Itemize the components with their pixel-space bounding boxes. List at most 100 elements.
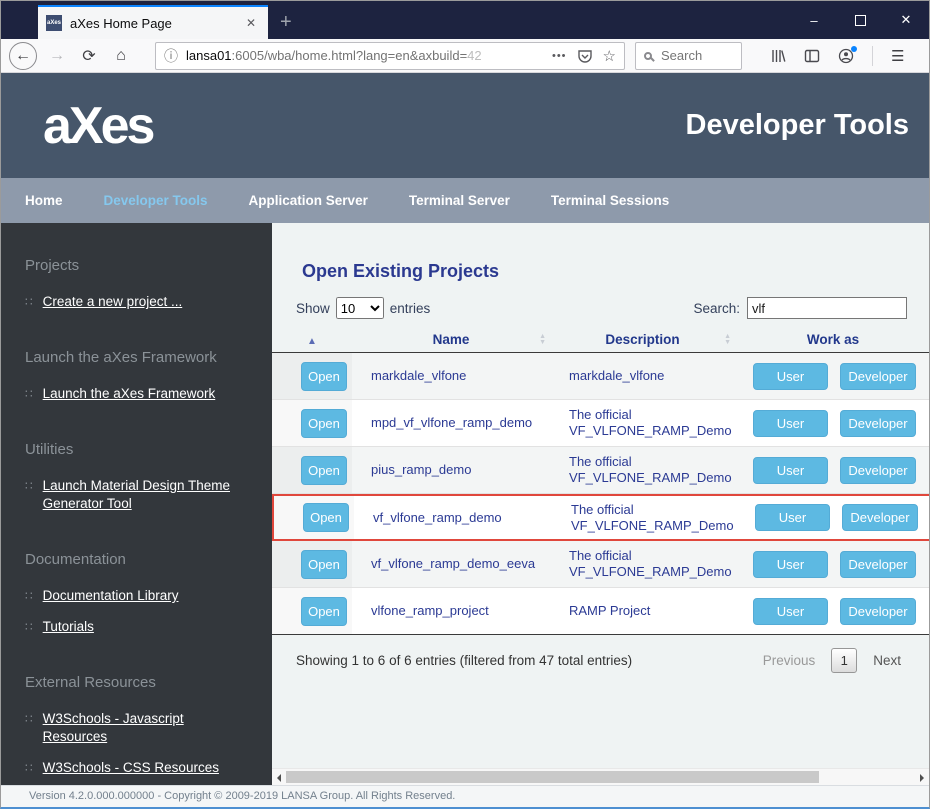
sidebar-link-w3schools-css[interactable]: W3Schools - CSS Resources <box>43 759 219 777</box>
user-button[interactable]: User <box>755 504 830 531</box>
content-title: Open Existing Projects <box>302 261 929 282</box>
reload-button[interactable]: ⟳ <box>73 46 105 66</box>
nav-item-application-server[interactable]: Application Server <box>249 193 368 208</box>
page-number-button[interactable]: 1 <box>831 648 857 673</box>
sidebar-link-material-theme-tool[interactable]: Launch Material Design Theme Generator T… <box>43 477 243 513</box>
next-page-button[interactable]: Next <box>873 653 901 668</box>
forward-button[interactable]: → <box>41 47 73 65</box>
account-button[interactable] <box>838 48 854 64</box>
open-button[interactable]: Open <box>301 409 347 438</box>
sidebar-link-w3schools-js[interactable]: W3Schools - Javascript Resources <box>43 710 243 746</box>
browser-window: aXes aXes Home Page ✕ + – ✕ ← → ⟳ ⌂ ⓘ la… <box>0 0 930 809</box>
table-search-input[interactable] <box>747 297 907 319</box>
browser-search-input[interactable] <box>661 48 731 63</box>
open-button[interactable]: Open <box>301 362 347 391</box>
bullet-grid-icon: ∷ <box>25 293 33 311</box>
developer-button[interactable]: Developer <box>840 457 916 484</box>
site-navbar: Home Developer Tools Application Server … <box>1 178 929 223</box>
url-bar[interactable]: ⓘ lansa01:6005/wba/home.html?lang=en&axb… <box>155 42 625 70</box>
back-button[interactable]: ← <box>9 42 37 70</box>
home-button[interactable]: ⌂ <box>105 47 137 65</box>
open-button[interactable]: Open <box>303 503 349 532</box>
column-header-description[interactable]: Description▲▼ <box>550 332 735 347</box>
project-name: markdale_vlfone <box>352 368 550 384</box>
sort-both-icon: ▲▼ <box>724 334 731 346</box>
sidebar-section-framework: Launch the aXes Framework ∷Launch the aX… <box>25 349 248 403</box>
sidebar-section-documentation: Documentation ∷Documentation Library ∷Tu… <box>25 551 248 636</box>
table-row: Open markdale_vlfone markdale_vlfone Use… <box>272 353 929 400</box>
developer-button[interactable]: Developer <box>840 598 916 625</box>
project-name: vf_vlfone_ramp_demo_eeva <box>352 556 550 572</box>
sidebar-link-tutorials[interactable]: Tutorials <box>43 618 94 636</box>
menu-button[interactable]: ☰ <box>891 47 904 65</box>
browser-tab[interactable]: aXes aXes Home Page ✕ <box>38 5 268 39</box>
user-button[interactable]: User <box>753 410 828 437</box>
column-header-work-as[interactable]: Work as ▲▼ <box>735 332 929 347</box>
sidebar-heading: Utilities <box>25 441 248 458</box>
column-label: Name <box>433 332 470 347</box>
pocket-icon[interactable] <box>577 48 593 64</box>
nav-item-terminal-sessions[interactable]: Terminal Sessions <box>551 193 669 208</box>
bullet-grid-icon: ∷ <box>25 587 33 605</box>
site-info-icon[interactable]: ⓘ <box>164 46 178 66</box>
close-button[interactable]: ✕ <box>883 1 929 39</box>
user-button[interactable]: User <box>753 457 828 484</box>
scroll-left-icon[interactable] <box>277 774 281 782</box>
previous-page-button[interactable]: Previous <box>763 653 816 668</box>
bullet-grid-icon: ∷ <box>25 710 33 728</box>
sidebars-icon[interactable] <box>804 48 820 64</box>
sidebar-link-launch-framework[interactable]: Launch the aXes Framework <box>43 385 216 403</box>
scroll-right-icon[interactable] <box>920 774 924 782</box>
column-label: Work as <box>807 332 859 347</box>
developer-button[interactable]: Developer <box>842 504 918 531</box>
project-name: vlfone_ramp_project <box>352 603 550 619</box>
project-name: vf_vlfone_ramp_demo <box>354 510 552 526</box>
sidebar-link-documentation-library[interactable]: Documentation Library <box>43 587 179 605</box>
open-button[interactable]: Open <box>301 550 347 579</box>
sort-both-icon: ▲▼ <box>928 334 929 346</box>
developer-button[interactable]: Developer <box>840 410 916 437</box>
url-domain: lansa01 <box>186 48 232 63</box>
page-actions-icon[interactable]: ••• <box>552 50 567 62</box>
site-header: aXes Developer Tools <box>1 73 929 178</box>
user-button[interactable]: User <box>753 363 828 390</box>
back-icon: ← <box>10 47 36 65</box>
toolbar-divider <box>872 46 873 66</box>
sidebar-link-create-project[interactable]: Create a new project ... <box>43 293 183 311</box>
nav-item-developer-tools[interactable]: Developer Tools <box>104 193 208 208</box>
scrollbar-thumb[interactable] <box>286 771 819 783</box>
maximize-button[interactable] <box>837 1 883 39</box>
tab-close-icon[interactable]: ✕ <box>242 14 260 32</box>
user-button[interactable]: User <box>753 551 828 578</box>
page-size-select[interactable]: 10 <box>336 297 384 319</box>
version-footer: Version 4.2.0.000.000000 - Copyright © 2… <box>1 785 929 807</box>
project-name: mpd_vf_vlfone_ramp_demo <box>352 415 550 431</box>
developer-button[interactable]: Developer <box>840 363 916 390</box>
developer-button[interactable]: Developer <box>840 551 916 578</box>
search-box[interactable] <box>635 42 742 70</box>
user-button[interactable]: User <box>753 598 828 625</box>
sidebar-section-utilities: Utilities ∷Launch Material Design Theme … <box>25 441 248 513</box>
window-controls: – ✕ <box>791 1 929 39</box>
open-button[interactable]: Open <box>301 456 347 485</box>
minimize-button[interactable]: – <box>791 1 837 39</box>
page-title: Developer Tools <box>686 109 909 142</box>
library-icon[interactable] <box>770 48 786 64</box>
project-description: RAMP Project <box>550 603 735 619</box>
project-description: The official VF_VLFONE_RAMP_Demo <box>550 454 735 486</box>
nav-item-terminal-server[interactable]: Terminal Server <box>409 193 510 208</box>
sort-both-icon: ▲▼ <box>539 334 546 346</box>
sidebar-section-external-resources: External Resources ∷W3Schools - Javascri… <box>25 674 248 777</box>
open-button[interactable]: Open <box>301 597 347 626</box>
horizontal-scrollbar[interactable] <box>272 768 929 785</box>
new-tab-button[interactable]: + <box>268 5 304 39</box>
column-header-name[interactable]: Name ▲▼ <box>352 332 550 347</box>
column-header-open[interactable]: ▲ <box>272 332 352 347</box>
url-text: lansa01:6005/wba/home.html?lang=en&axbui… <box>186 48 552 63</box>
bookmark-star-icon[interactable]: ☆ <box>603 47 616 65</box>
project-description: The official VF_VLFONE_RAMP_Demo <box>552 502 737 534</box>
nav-item-home[interactable]: Home <box>25 193 63 208</box>
account-notification-dot <box>851 46 857 52</box>
project-description: markdale_vlfone <box>550 368 735 384</box>
pagination: Previous 1 Next <box>763 648 901 673</box>
